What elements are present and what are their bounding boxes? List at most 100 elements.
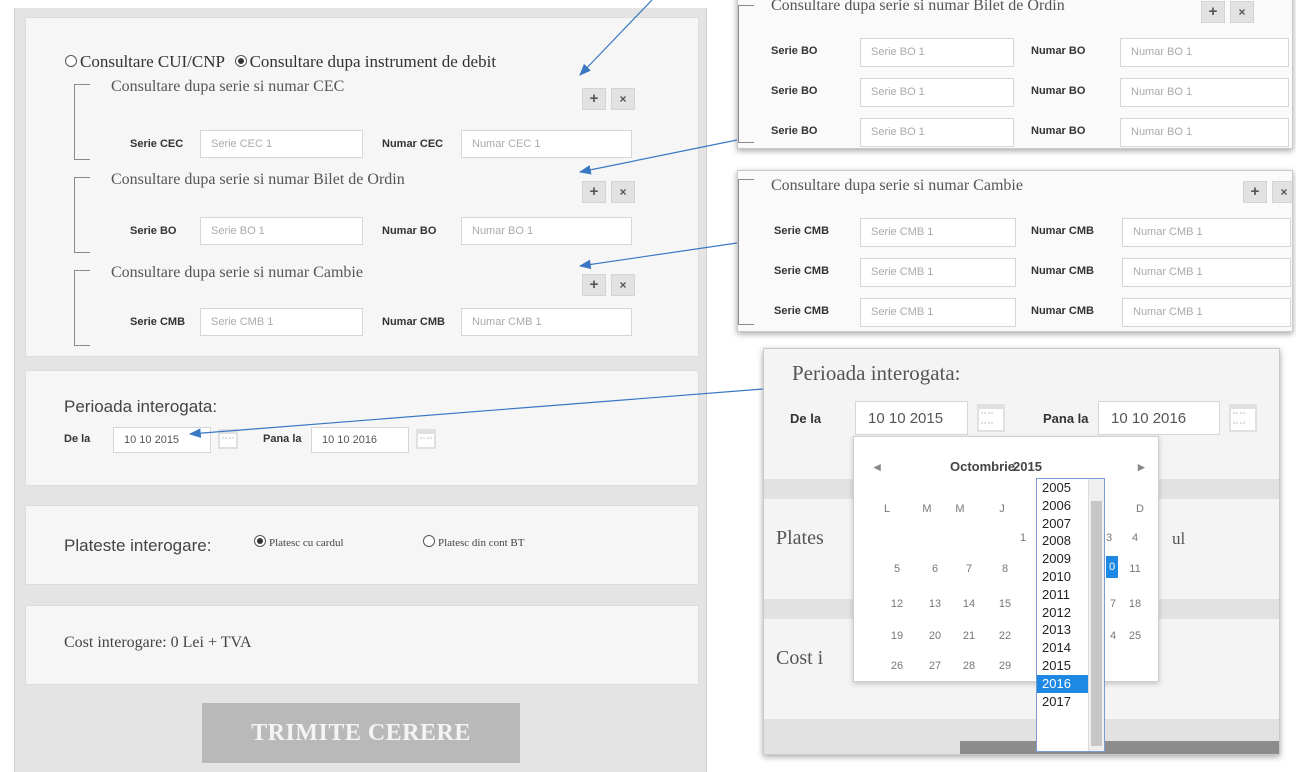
serie-cec-input[interactable]: Serie CEC 1 — [200, 130, 363, 158]
serie-bo-input[interactable]: Serie BO 1 — [200, 217, 363, 245]
next-month-icon[interactable]: ▸ — [1138, 459, 1145, 475]
calendar-icon[interactable] — [1229, 404, 1257, 432]
day-cell[interactable]: 5 — [882, 563, 912, 575]
day-cell[interactable]: 14 — [954, 598, 984, 610]
zoom-cmb-serie-input[interactable]: Serie CMB 1 — [860, 298, 1016, 327]
zoom-bo-numar-input[interactable]: Numar BO 1 — [1120, 38, 1289, 67]
day-cell[interactable]: 26 — [882, 660, 912, 672]
submit-button-edge — [960, 741, 1279, 754]
radio-instrument-debit[interactable] — [234, 55, 247, 68]
day-cell[interactable]: 1 — [1008, 532, 1038, 544]
zoom-from-input[interactable]: 10 10 2015 — [855, 401, 968, 435]
zoom-to-input[interactable]: 10 10 2016 — [1098, 401, 1220, 435]
serie-cmb-input[interactable]: Serie CMB 1 — [200, 308, 363, 336]
day-cell[interactable]: 13 — [920, 598, 950, 610]
to-date-input[interactable]: 10 10 2016 — [311, 427, 409, 453]
day-cell[interactable]: 25 — [1120, 630, 1150, 642]
weekday-label: L — [883, 503, 891, 515]
day-cell[interactable]: 15 — [990, 598, 1020, 610]
group-cmb: Consultare dupa serie si numar Cambie + … — [74, 264, 644, 348]
remove-bo-button[interactable]: × — [1230, 1, 1254, 23]
zoom-bo-numar-input[interactable]: Numar BO 1 — [1120, 118, 1289, 147]
day-cell[interactable]: 18 — [1120, 598, 1150, 610]
zoom-cmb-numar-input[interactable]: Numar CMB 1 — [1122, 298, 1291, 327]
day-cell[interactable]: 11 — [1120, 563, 1150, 575]
datepicker-month: Octombrie — [950, 459, 1016, 474]
numar-cmb-input[interactable]: Numar CMB 1 — [461, 308, 632, 336]
day-cell[interactable]: 29 — [990, 660, 1020, 672]
zoom-bo-serie-label: Serie BO — [771, 85, 818, 97]
radio-pay-card[interactable] — [254, 535, 266, 548]
remove-cmb-button[interactable]: × — [1272, 181, 1292, 203]
zoom-bo-numar-label: Numar BO — [1031, 85, 1086, 97]
radio-pay-account[interactable] — [423, 535, 435, 548]
period-title: Perioada interogata: — [64, 397, 218, 416]
numar-cec-input[interactable]: Numar CEC 1 — [461, 130, 632, 158]
submit-request-button[interactable]: TRIMITE CERERE — [202, 703, 520, 763]
year-list-scrollbar[interactable] — [1088, 479, 1104, 751]
day-cell[interactable]: 19 — [882, 630, 912, 642]
prev-month-icon[interactable]: ◂ — [874, 459, 881, 475]
day-cell[interactable]: 12 — [882, 598, 912, 610]
pay-card-option[interactable]: Platesc cu cardul — [254, 535, 344, 549]
remove-bo-button[interactable]: × — [611, 181, 635, 203]
day-cell[interactable]: 28 — [954, 660, 984, 672]
day-cell[interactable]: 21 — [954, 630, 984, 642]
day-cell[interactable]: 20 — [920, 630, 950, 642]
zoom-cmb-serie-label: Serie CMB — [774, 225, 830, 237]
zoom-cmb-numar-label: Numar CMB — [1031, 225, 1094, 237]
numar-bo-input[interactable]: Numar BO 1 — [461, 217, 632, 245]
zoom-panel-bo: Consultare dupa serie si numar Bilet de … — [737, 0, 1293, 149]
weekday-label: M — [922, 503, 932, 515]
calendar-icon[interactable] — [218, 429, 238, 449]
zoom-cmb-serie-label: Serie CMB — [774, 305, 830, 317]
zoom-bo-serie-input[interactable]: Serie BO 1 — [860, 118, 1014, 147]
zoom-bo-serie-input[interactable]: Serie BO 1 — [860, 38, 1014, 67]
weekday-label: M — [955, 503, 965, 515]
zoom-period-title: Perioada interogata: — [792, 361, 961, 385]
pay-account-option[interactable]: Platesc din cont BT — [423, 535, 524, 549]
remove-cec-button[interactable]: × — [611, 88, 635, 110]
add-cmb-button[interactable]: + — [582, 274, 606, 296]
radio-instrument-debit-label: Consultare dupa instrument de debit — [249, 52, 497, 71]
numar-cmb-label: Numar CMB — [382, 316, 445, 328]
cost-card: Cost interogare: 0 Lei + TVA — [25, 605, 699, 685]
zoom-cmb-serie-input[interactable]: Serie CMB 1 — [860, 258, 1016, 287]
scrollbar-thumb[interactable] — [1091, 501, 1102, 746]
add-bo-button[interactable]: + — [1201, 1, 1225, 23]
datepicker-year[interactable]: 2015 — [1013, 459, 1042, 474]
weekday-label: D — [1136, 503, 1144, 515]
add-cmb-button[interactable]: + — [1243, 181, 1267, 203]
group-bracket — [738, 179, 754, 325]
from-date-input[interactable]: 10 10 2015 — [113, 427, 211, 453]
radio-cui-cnp[interactable] — [65, 55, 77, 68]
day-cell[interactable]: 7 — [954, 563, 984, 575]
group-cec-title: Consultare dupa serie si numar CEC — [111, 78, 345, 95]
zoom-bo-numar-label: Numar BO — [1031, 125, 1086, 137]
zoom-cmb-numar-input[interactable]: Numar CMB 1 — [1122, 258, 1291, 287]
group-bracket — [74, 177, 90, 253]
zoom-bo-numar-input[interactable]: Numar BO 1 — [1120, 78, 1289, 107]
radio-cui-cnp-label: Consultare CUI/CNP — [80, 52, 225, 71]
zoom-to-label: Pana la — [1043, 411, 1089, 426]
zoom-cmb-numar-input[interactable]: Numar CMB 1 — [1122, 218, 1291, 247]
pay-title: Plateste interogare: — [64, 536, 212, 555]
add-cec-button[interactable]: + — [582, 88, 606, 110]
calendar-icon[interactable] — [416, 429, 436, 449]
add-bo-button[interactable]: + — [582, 181, 606, 203]
zoom-bo-serie-input[interactable]: Serie BO 1 — [860, 78, 1014, 107]
day-cell[interactable]: 27 — [920, 660, 950, 672]
year-dropdown-list[interactable]: 2005 2006 2007 2008 2009 2010 2011 2012 … — [1036, 478, 1105, 752]
day-cell[interactable]: 4 — [1120, 532, 1150, 544]
numar-bo-label: Numar BO — [382, 225, 437, 237]
selected-day-cell[interactable]: 0 — [1106, 556, 1118, 578]
consult-card: Consultare CUI/CNP Consultare dupa instr… — [25, 17, 699, 357]
day-cell[interactable]: 8 — [990, 563, 1020, 575]
weekday-label: J — [999, 503, 1005, 515]
day-cell[interactable]: 22 — [990, 630, 1020, 642]
remove-cmb-button[interactable]: × — [611, 274, 635, 296]
zoom-cmb-serie-input[interactable]: Serie CMB 1 — [860, 218, 1016, 247]
calendar-icon[interactable] — [977, 404, 1005, 432]
numar-cec-label: Numar CEC — [382, 138, 444, 150]
day-cell[interactable]: 6 — [920, 563, 950, 575]
